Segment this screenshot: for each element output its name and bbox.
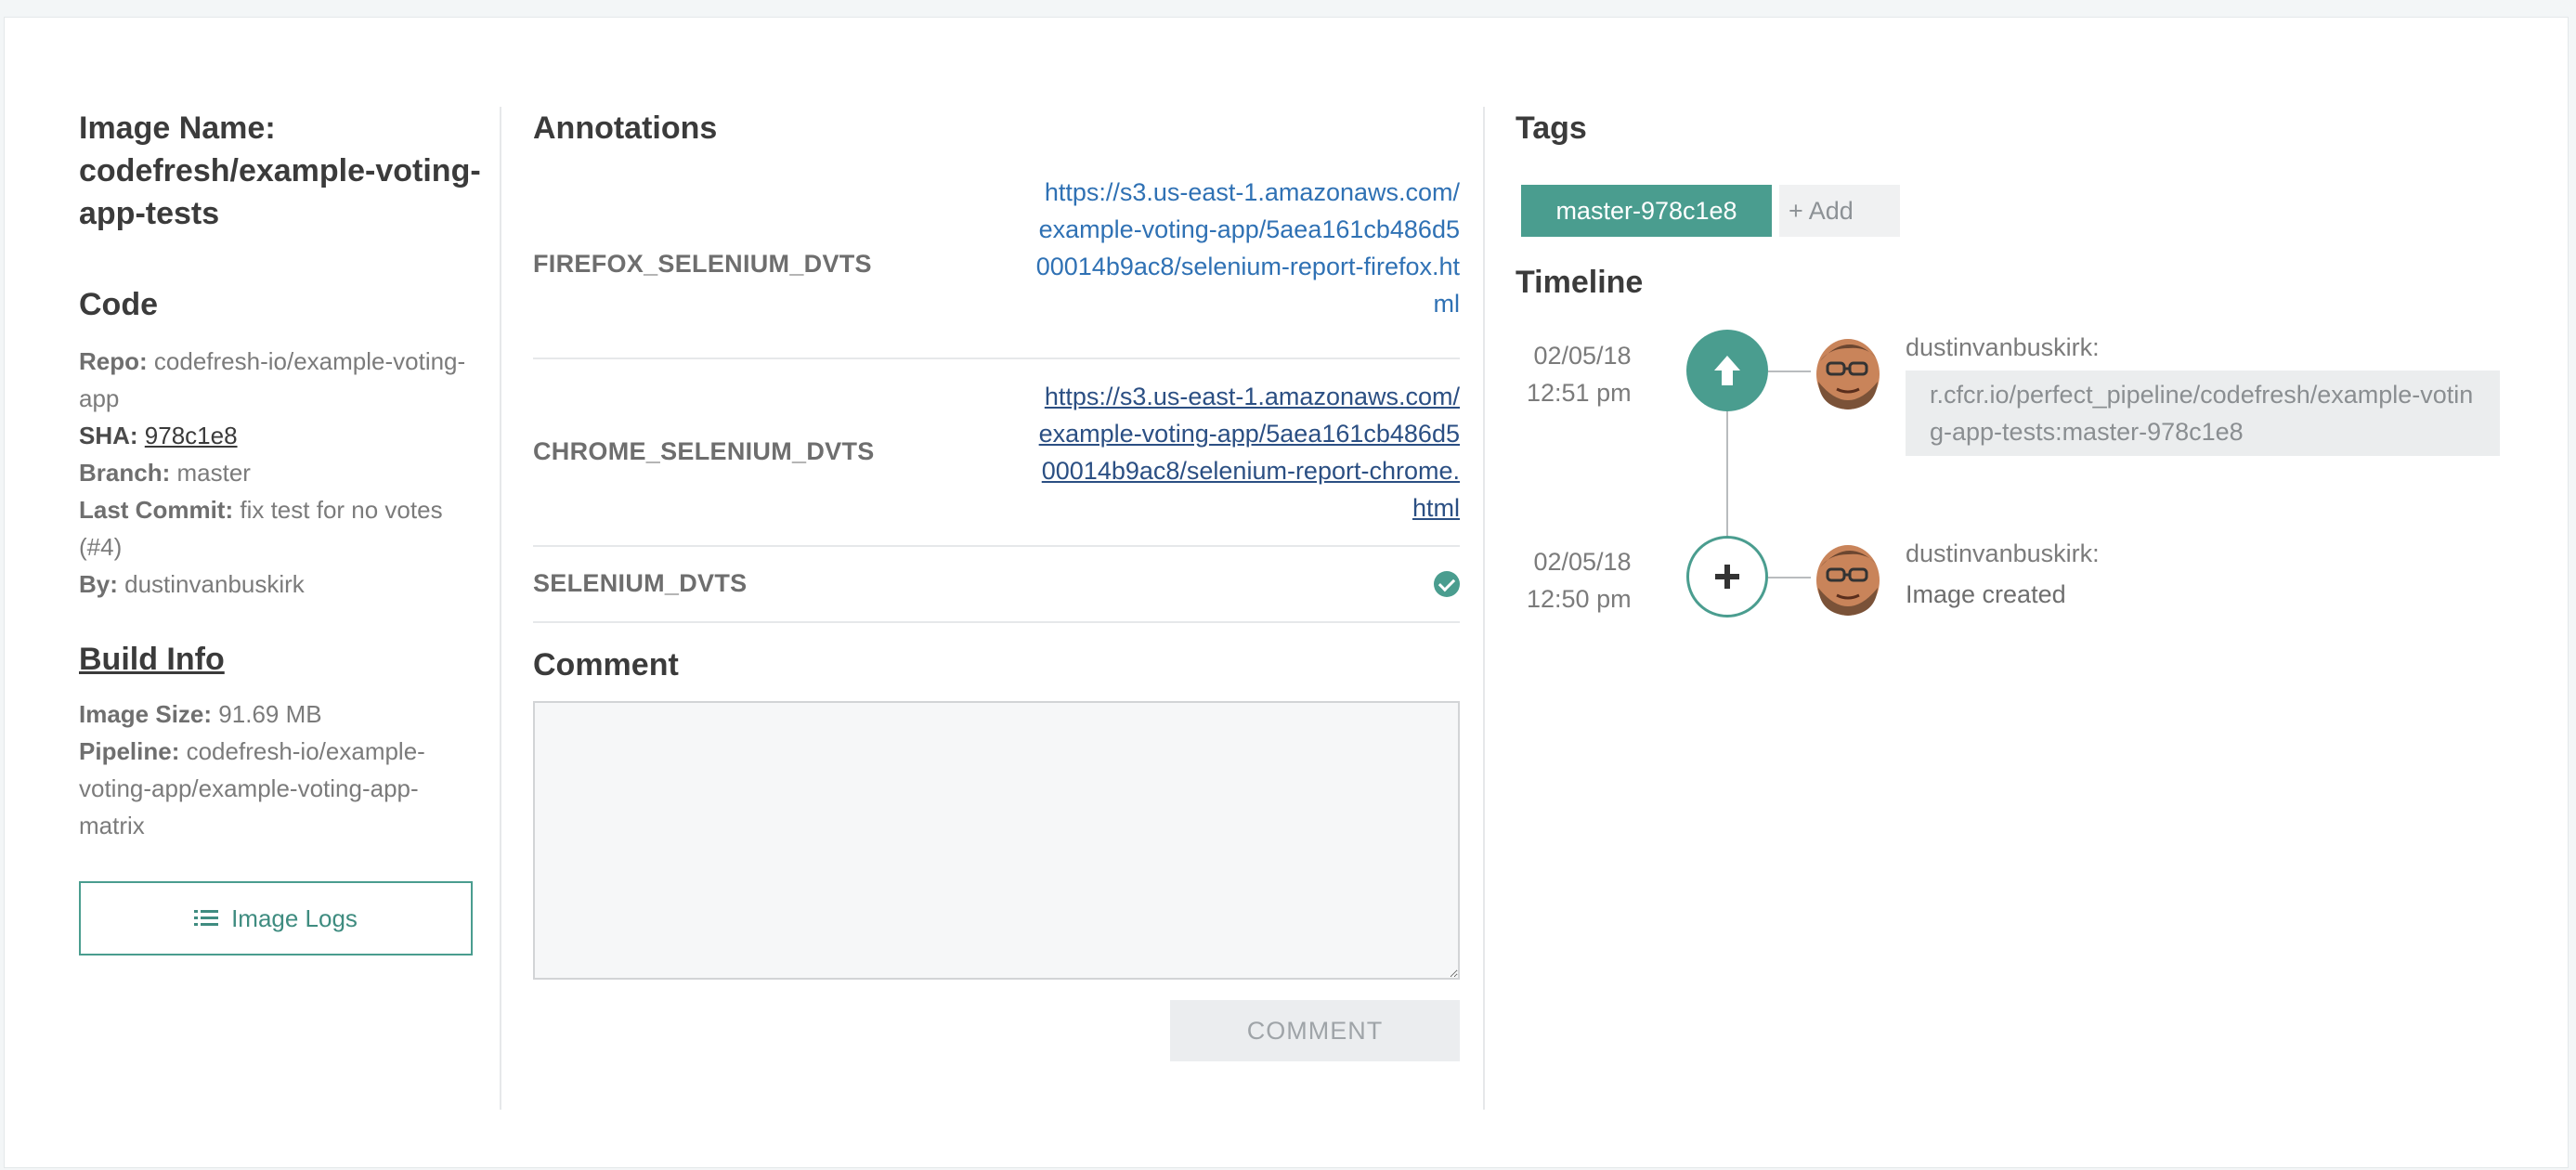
arrow-up-icon [1714, 356, 1740, 385]
annotation-key: FIREFOX_SELENIUM_DVTS [533, 250, 872, 278]
branch-row: Branch: master [79, 459, 251, 487]
image-info-panel: Image Name: codefresh/example-voting-app… [79, 107, 484, 956]
comment-button[interactable]: COMMENT [1170, 1000, 1460, 1061]
last-commit-row: Last Commit: fix test for no votes (#4) [79, 496, 443, 561]
annotation-key: SELENIUM_DVTS [533, 569, 748, 597]
comment-title: Comment [533, 647, 679, 682]
timeline-message: r.cfcr.io/perfect_pipeline/codefresh/exa… [1906, 370, 2500, 456]
sha-link[interactable]: 978c1e8 [145, 422, 238, 449]
repo-row: Repo: codefresh-io/example-voting-app [79, 347, 466, 412]
image-logs-label: Image Logs [231, 904, 358, 932]
code-section-title: Code [79, 287, 158, 322]
check-circle-icon [1434, 571, 1460, 597]
code-info: Repo: codefresh-io/example-voting-app SH… [79, 343, 473, 603]
tags-title: Tags [1516, 110, 1587, 146]
image-name-heading: Image Name: codefresh/example-voting-app… [79, 107, 484, 235]
timeline-connector [1768, 370, 1811, 372]
image-name-label: Image Name: [79, 110, 276, 146]
image-name-value: codefresh/example-voting-app-tests [79, 153, 481, 231]
annotation-row: SELENIUM_DVTS [533, 547, 1460, 623]
by-value: dustinvanbuskirk [124, 570, 305, 598]
sha-row: SHA: 978c1e8 [79, 422, 238, 449]
comment-textarea[interactable] [533, 701, 1460, 980]
timeline-title: Timeline [1516, 265, 1644, 300]
list-icon [194, 909, 219, 928]
timeline-date: 02/05/18 12:51 pm [1527, 342, 1632, 407]
timeline-date: 02/05/18 12:50 pm [1527, 548, 1632, 613]
column-divider-left [500, 107, 501, 1110]
annotation-key: CHROME_SELENIUM_DVTS [533, 437, 875, 465]
annotation-row: CHROME_SELENIUM_DVTS https://s3.us-east-… [533, 359, 1460, 547]
annotations-title: Annotations [533, 110, 718, 146]
annotation-row: FIREFOX_SELENIUM_DVTS https://s3.us-east… [533, 174, 1460, 359]
timeline-event-marker [1686, 330, 1768, 411]
add-tag-button[interactable]: + Add [1779, 185, 1900, 237]
timeline-message: Image created [1906, 580, 2066, 608]
plus-icon [1715, 565, 1739, 589]
image-size-value: 91.69 MB [218, 700, 322, 728]
timeline-user: dustinvanbuskirk: [1906, 333, 2100, 361]
image-size-row: Image Size: 91.69 MB [79, 700, 322, 728]
avatar [1811, 536, 1883, 618]
timeline-event-marker [1686, 536, 1768, 618]
pipeline-row: Pipeline: codefresh-io/example-voting-ap… [79, 737, 425, 839]
by-row: By: dustinvanbuskirk [79, 570, 305, 598]
timeline-user: dustinvanbuskirk: [1906, 540, 2100, 567]
timeline-connector [1768, 577, 1811, 578]
annotation-link[interactable]: https://s3.us-east-1.amazonaws.com/examp… [1033, 378, 1460, 526]
tag-chip[interactable]: master-978c1e8 [1521, 185, 1772, 237]
image-details-card: Image Name: codefresh/example-voting-app… [4, 17, 2569, 1168]
build-info-title[interactable]: Build Info [79, 638, 225, 681]
image-logs-button[interactable]: Image Logs [79, 881, 473, 956]
timeline-line [1726, 408, 1728, 556]
column-divider-right [1483, 107, 1485, 1110]
avatar [1811, 330, 1883, 411]
build-info: Image Size: 91.69 MB Pipeline: codefresh… [79, 696, 473, 844]
annotation-link[interactable]: https://s3.us-east-1.amazonaws.com/examp… [1033, 174, 1460, 322]
branch-value: master [176, 459, 251, 487]
